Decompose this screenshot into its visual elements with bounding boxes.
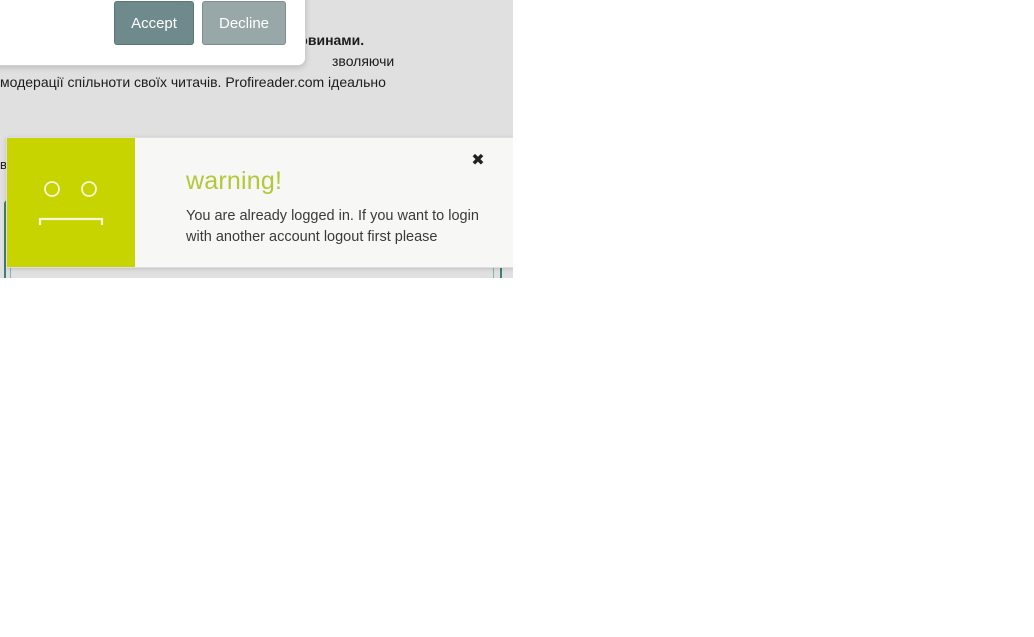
close-icon[interactable]: ✖ (469, 151, 487, 169)
decline-button[interactable]: Decline (202, 1, 286, 45)
toast-message: You are already logged in. If you want t… (186, 208, 479, 245)
sad-face-icon (7, 138, 135, 267)
toast-title: warning! (186, 167, 283, 195)
warning-toast: warning! You are already logged in. If y… (6, 137, 513, 268)
cookie-consent-panel: Accept Decline (0, 0, 306, 66)
page-viewport: з новинами. зволяючи модерації спільноти… (0, 0, 513, 278)
accept-button[interactable]: Accept (114, 1, 194, 45)
